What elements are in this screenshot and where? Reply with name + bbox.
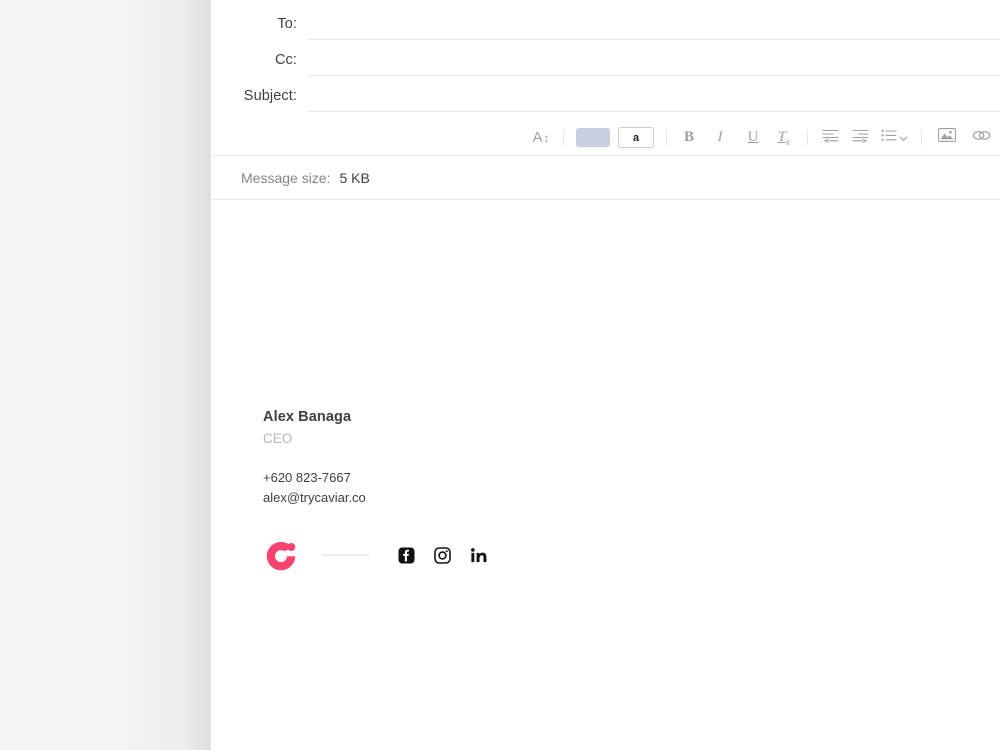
underline-button[interactable]: U [737, 126, 769, 150]
toolbar-separator [666, 130, 667, 145]
signature-phone: +620 823-7667 [263, 469, 351, 485]
toolbar-separator [921, 130, 922, 145]
to-label: To: [277, 15, 297, 32]
subject-input-wrap[interactable] [308, 75, 1000, 112]
toolbar-separator [563, 130, 564, 145]
clear-formatting-button[interactable]: Tx [769, 126, 799, 150]
indent-button[interactable] [844, 126, 876, 150]
to-input-wrap[interactable] [308, 3, 1000, 40]
message-size-bar: Message size: 5 KB [211, 156, 1000, 200]
insert-link-icon [972, 128, 991, 148]
compose-window: To: Cc: Subject: A ↕ a B I U Tx Message … [0, 0, 1000, 750]
insert-image-button[interactable] [930, 126, 964, 150]
signature-email: alex@trycaviar.co [263, 489, 366, 505]
insert-image-icon [938, 127, 956, 148]
formatting-toolbar: A ↕ a B I U Tx [211, 120, 1000, 155]
caviar-logo-icon [263, 537, 300, 574]
linkedin-icon[interactable] [470, 547, 489, 564]
field-row-cc: Cc: [211, 40, 1000, 76]
signature-contact: +620 823-7667 alex@trycaviar.co [263, 468, 683, 508]
outdent-button[interactable] [816, 126, 844, 150]
cc-label: Cc: [274, 51, 297, 68]
compose-pane: To: Cc: Subject: A ↕ a B I U Tx Message … [211, 0, 1000, 750]
bold-label: B [683, 129, 694, 145]
background-panel-shadow [110, 0, 210, 750]
bulleted-list-icon [881, 129, 897, 147]
subject-label: Subject: [243, 87, 297, 104]
chevron-down-icon [899, 129, 908, 147]
font-size-arrow-icon: ↕ [543, 130, 550, 145]
social-links [398, 547, 489, 564]
bulleted-list-button[interactable] [876, 126, 913, 150]
field-row-to: To: [211, 0, 1000, 40]
signature-divider [322, 554, 370, 557]
cc-input-wrap[interactable] [308, 39, 1000, 76]
italic-label: I [717, 129, 723, 145]
insert-link-button[interactable] [964, 126, 998, 150]
font-size-button[interactable]: A ↕ [527, 126, 555, 150]
facebook-icon[interactable] [398, 547, 415, 564]
underline-label: U [747, 129, 759, 145]
text-color-swatch-button[interactable] [576, 128, 610, 147]
field-row-subject: Subject: [211, 76, 1000, 112]
cc-input[interactable] [308, 55, 1000, 71]
email-signature: Alex Banaga CEO +620 823-7667 alex@tryca… [263, 407, 683, 575]
message-size-label: Message size: [241, 169, 331, 186]
clear-formatting-sub: x [785, 136, 791, 147]
toolbar-separator [807, 130, 808, 145]
message-body[interactable]: Alex Banaga CEO +620 823-7667 alex@tryca… [211, 201, 1000, 750]
italic-button[interactable]: I [703, 126, 737, 150]
background-color-button[interactable]: a [618, 127, 654, 148]
subject-input[interactable] [308, 91, 1000, 107]
to-input[interactable] [308, 19, 1000, 35]
clear-formatting-label: T [777, 128, 786, 145]
font-size-label: A [532, 129, 543, 146]
message-size-value: 5 KB [339, 169, 370, 186]
instagram-icon[interactable] [434, 547, 451, 564]
background-panel [0, 0, 210, 750]
indent-icon [851, 128, 869, 148]
compose-header-fields: To: Cc: Subject: [211, 0, 1000, 112]
bold-button[interactable]: B [675, 126, 703, 150]
signature-footer [263, 535, 683, 575]
signature-title: CEO [263, 431, 293, 447]
outdent-icon [821, 128, 839, 148]
signature-name: Alex Banaga [263, 409, 352, 425]
